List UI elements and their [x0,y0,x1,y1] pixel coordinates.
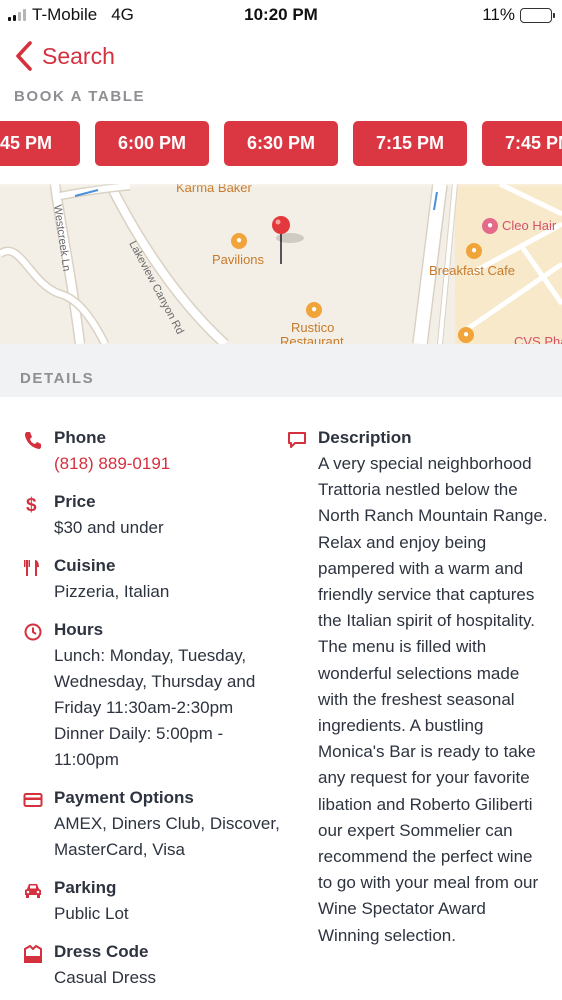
battery-percent: 11% [482,5,515,24]
time-slot-carousel[interactable]: :45 PM 6:00 PM 6:30 PM 7:15 PM 7:45 PM [0,121,562,167]
back-button[interactable]: Search [14,40,115,72]
fork-knife-icon [24,560,39,576]
payment-title: Payment Options [54,788,194,807]
credit-card-icon [23,793,43,807]
cuisine-item: Cuisine Pizzeria, Italian [22,553,280,605]
details-right-column: Description A very special neighborhood … [286,425,548,961]
description-title: Description [318,428,412,447]
map-poi-label: Restaurant [280,334,344,344]
speech-bubble-icon [288,432,306,448]
dress-code-value: Casual Dress [54,968,157,987]
cuisine-title: Cuisine [54,556,116,575]
chevron-left-icon [16,41,32,71]
time-slot-button[interactable]: 7:15 PM [353,121,467,166]
status-bar: T-Mobile 4G 10:20 PM 11% [0,0,562,30]
map-poi-label: Cleo Hair [502,218,557,233]
shirt-icon [24,944,42,963]
cuisine-value: Pizzeria, Italian [54,582,170,601]
clock: 10:20 PM [244,5,318,24]
hours-value: Lunch: Monday, Tuesday, Wednesday, Thurs… [54,646,256,769]
hours-item: Hours Lunch: Monday, Tuesday, Wednesday,… [22,617,280,773]
parking-value: Public Lot [54,904,129,923]
slot-shadow [0,176,562,188]
salon-icon: ● [482,218,498,234]
car-icon [25,884,41,898]
parking-title: Parking [54,878,117,897]
svg-text:$: $ [26,495,37,515]
dollar-icon: $ [26,495,37,515]
map-poi-label: CVS Pha [514,334,562,344]
location-map[interactable]: Karma Baker ● Pavilions ● Rustico Restau… [0,184,562,344]
details-left-column: Phone (818) 889-0191 $ Price $30 and und… [22,425,280,1000]
price-title: Price [54,492,96,511]
battery-icon [520,7,555,23]
details-heading: DETAILS [20,370,95,387]
price-item: $ Price $30 and under [22,489,280,541]
book-a-table-heading: BOOK A TABLE [14,88,146,105]
map-poi-label: Rustico [291,320,335,335]
back-label: Search [42,42,115,69]
hours-title: Hours [54,620,104,639]
dress-code-title: Dress Code [54,942,149,961]
clock-icon [24,623,42,641]
restaurant-icon: ● [306,302,322,318]
phone-title: Phone [54,428,106,447]
description-text: A very special neighborhood Trattoria ne… [318,454,548,945]
time-slot-button[interactable]: 6:30 PM [224,121,338,166]
time-slot-button[interactable]: 6:00 PM [95,121,209,166]
map-poi-label: Pavilions [212,252,265,267]
phone-item[interactable]: Phone (818) 889-0191 [22,425,280,477]
price-value: $30 and under [54,518,164,537]
time-slot-button[interactable]: :45 PM [0,121,80,166]
description-item: Description A very special neighborhood … [286,425,548,949]
status-right: 11% [482,5,555,25]
payment-item: Payment Options AMEX, Diners Club, Disco… [22,785,280,863]
payment-value: AMEX, Diners Club, Discover, MasterCard,… [54,814,280,859]
phone-icon [25,432,41,449]
time-slot-button[interactable]: 7:45 PM [482,121,562,166]
phone-number-link[interactable]: (818) 889-0191 [54,451,280,477]
restaurant-icon: ● [466,243,482,259]
map-poi-label: Breakfast Cafe [429,263,515,278]
shopping-icon: ● [231,233,247,249]
dress-code-item: Dress Code Casual Dress [22,939,280,991]
parking-item: Parking Public Lot [22,875,280,927]
restaurant-icon: ● [458,327,474,343]
